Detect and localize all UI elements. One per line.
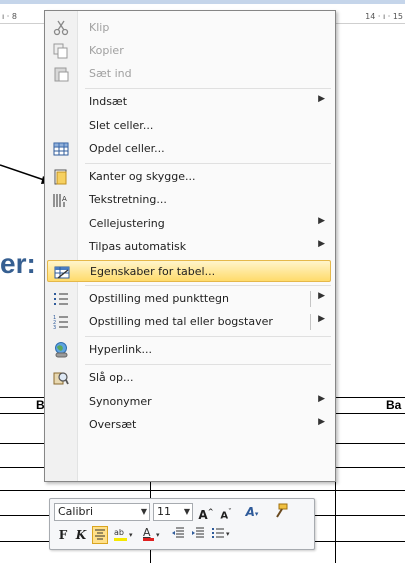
menu-separator [85, 364, 331, 365]
text-styles-icon[interactable]: A▾ [240, 503, 264, 521]
format-painter-icon[interactable] [272, 503, 290, 521]
menu-item-label: Tekstretning... [89, 193, 167, 206]
menu-item-copy[interactable]: Kopier [47, 40, 331, 62]
mini-formatting-toolbar: Calibri ▼ 11 ▼ A^ Aˇ A▾ F K ab ▾ A ▾ ▾ [49, 498, 315, 550]
borders-shading-icon [54, 169, 67, 185]
highlight-color-icon[interactable]: ab ▾ [112, 526, 138, 544]
ribbon-edge [0, 0, 405, 4]
font-size-value: 11 [157, 505, 171, 518]
context-menu: Klip Kopier Sæt ind Indsæt ▶ Slet celler… [44, 10, 336, 482]
svg-text:▾: ▾ [156, 531, 160, 539]
table-column-header-right: Ba [386, 398, 402, 412]
menu-item-insert[interactable]: Indsæt ▶ [47, 91, 331, 113]
split-divider [310, 291, 311, 307]
font-name-dropdown[interactable]: Calibri ▼ [54, 503, 150, 521]
menu-item-label: Kanter og skygge... [89, 170, 196, 183]
italic-button[interactable]: K [74, 526, 88, 544]
svg-text:▾: ▾ [226, 530, 230, 538]
grow-font-icon[interactable]: A^ [198, 503, 214, 522]
menu-item-hyperlink[interactable]: Hyperlink... [47, 339, 331, 361]
ruler-ticks-right: 14 · ı · 15 [365, 12, 403, 21]
clipboard-icon [54, 67, 69, 82]
menu-item-label: Opdel celler... [89, 142, 165, 155]
svg-text:A: A [62, 195, 67, 203]
menu-item-label: Sæt ind [89, 67, 132, 80]
ruler-ticks-left: ı · 8 [2, 12, 17, 21]
center-align-icon[interactable] [92, 526, 108, 544]
submenu-arrow-icon: ▶ [318, 394, 325, 404]
menu-item-label: Tilpas automatisk [89, 240, 187, 253]
menu-item-label: Hyperlink... [89, 343, 152, 356]
font-name-value: Calibri [58, 505, 94, 518]
menu-item-label: Slet celler... [89, 119, 154, 132]
svg-text:3: 3 [53, 325, 56, 330]
submenu-arrow-icon: ▶ [318, 417, 325, 427]
menu-item-label: Oversæt [89, 418, 137, 431]
numbered-list-icon: 1 2 3 [53, 315, 68, 330]
menu-item-numbering[interactable]: 1 2 3 Opstilling med tal eller bogstaver… [47, 311, 331, 333]
menu-item-label: Kopier [89, 44, 124, 57]
menu-item-text-direction[interactable]: A Tekstretning... [47, 189, 331, 211]
bullets-dropdown-icon[interactable]: ▾ [210, 526, 234, 544]
decrease-indent-icon[interactable] [170, 526, 186, 544]
split-cells-icon [53, 142, 69, 156]
menu-item-split-cells[interactable]: Opdel celler... [47, 138, 331, 160]
menu-item-label: Slå op... [89, 371, 134, 384]
submenu-arrow-icon[interactable]: ▶ [318, 314, 325, 324]
table-border [0, 490, 405, 491]
submenu-arrow-icon: ▶ [318, 216, 325, 226]
menu-item-label: Opstilling med punkttegn [89, 292, 229, 305]
menu-item-label: Cellejustering [89, 217, 165, 230]
font-color-icon[interactable]: A ▾ [142, 526, 164, 544]
menu-item-lookup[interactable]: Slå op... [47, 367, 331, 389]
font-size-dropdown[interactable]: 11 ▼ [153, 503, 193, 521]
svg-text:ab: ab [114, 528, 124, 537]
bold-button[interactable]: F [56, 526, 70, 544]
menu-item-bullets[interactable]: Opstilling med punkttegn ▶ [47, 288, 331, 310]
menu-separator [85, 285, 331, 286]
menu-item-autofit[interactable]: Tilpas automatisk ▶ [47, 236, 331, 258]
menu-separator [85, 88, 331, 89]
menu-item-paste[interactable]: Sæt ind [47, 63, 331, 85]
svg-text:A: A [143, 526, 151, 539]
menu-item-synonyms[interactable]: Synonymer ▶ [47, 391, 331, 413]
menu-item-label: Indsæt [89, 95, 128, 108]
shrink-font-icon[interactable]: Aˇ [218, 503, 234, 521]
research-book-icon [53, 372, 69, 385]
menu-item-translate[interactable]: Oversæt ▶ [47, 414, 331, 436]
submenu-arrow-icon: ▶ [318, 94, 325, 104]
menu-item-table-properties[interactable]: Egenskaber for tabel... [47, 260, 331, 282]
menu-item-label: Synonymer [89, 395, 152, 408]
chevron-down-icon: ▼ [140, 507, 147, 516]
menu-item-borders-shading[interactable]: Kanter og skygge... [47, 166, 331, 188]
document-heading-fragment: er: [0, 248, 36, 279]
menu-item-cut[interactable]: Klip [47, 17, 331, 39]
menu-item-label: Klip [89, 21, 110, 34]
copy-icon [53, 43, 68, 59]
menu-item-label: Opstilling med tal eller bogstaver [89, 315, 273, 328]
submenu-arrow-icon: ▶ [318, 239, 325, 249]
submenu-arrow-icon[interactable]: ▶ [318, 291, 325, 301]
menu-item-cell-alignment[interactable]: Cellejustering ▶ [47, 213, 331, 235]
menu-separator [85, 336, 331, 337]
bullet-list-icon [54, 293, 68, 305]
scissors-icon [53, 20, 69, 36]
svg-text:▾: ▾ [129, 531, 133, 539]
text-direction-icon: A [53, 194, 67, 207]
globe-link-icon [55, 342, 68, 358]
chevron-down-icon: ▼ [183, 507, 190, 516]
increase-indent-icon[interactable] [190, 526, 206, 544]
split-divider [310, 314, 311, 330]
menu-separator [85, 163, 331, 164]
menu-item-label: Egenskaber for tabel... [90, 265, 216, 278]
menu-item-delete-cells[interactable]: Slet celler... [47, 115, 331, 137]
table-properties-icon [54, 266, 70, 279]
